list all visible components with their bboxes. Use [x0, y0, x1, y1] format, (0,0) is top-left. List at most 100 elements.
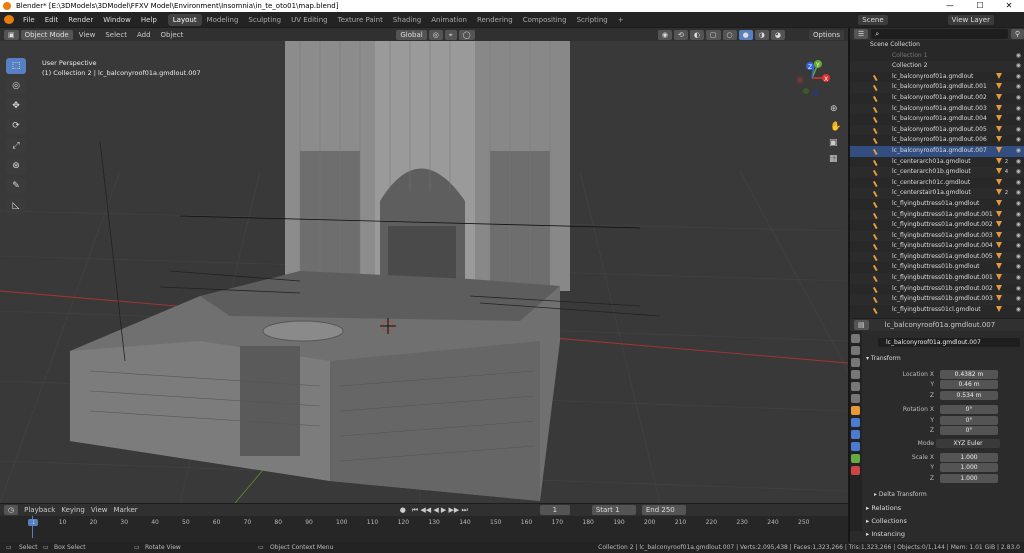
record-icon[interactable]: ● — [400, 506, 406, 514]
scene-collection-row[interactable]: Scene Collection — [850, 40, 1024, 51]
outliner-object-row[interactable]: lc_balconyroof01a.gmdlout.001 ◉ — [850, 82, 1024, 93]
output-tab-icon[interactable] — [851, 358, 860, 367]
outliner-object-row[interactable]: lc_balconyroof01a.gmdlout.006 ◉ — [850, 135, 1024, 146]
filter-icon[interactable]: ⚲ — [1010, 29, 1024, 39]
object-tab-icon[interactable] — [851, 406, 860, 415]
transform-orientation-selector[interactable]: Global — [396, 29, 427, 40]
tab-layout[interactable]: Layout — [167, 13, 202, 26]
eye-icon[interactable]: ◉ — [1016, 231, 1021, 242]
eye-icon[interactable]: ◉ — [1016, 72, 1021, 83]
blender-menu-icon[interactable] — [4, 15, 14, 24]
mesh-data-icon[interactable] — [996, 305, 1002, 312]
mesh-data-icon[interactable] — [996, 178, 1002, 185]
eye-icon[interactable]: ◉ — [1016, 125, 1021, 136]
add-menu[interactable]: Add — [133, 31, 155, 39]
scene-tab-icon[interactable] — [851, 382, 860, 391]
outliner-object-row[interactable]: lc_centerarch01a.gmdlout 2 ◉ — [850, 157, 1024, 168]
outliner-object-row[interactable]: lc_flyingbuttress01a.gmdlout.005 ◉ — [850, 251, 1024, 263]
outliner-object-row[interactable]: lc_centerstair01a.gmdlout 2 ◉ — [850, 188, 1024, 199]
location-x-field[interactable]: 0.4382 m — [940, 370, 998, 379]
area-divider[interactable] — [848, 28, 850, 542]
transform-panel-header[interactable]: ▾ Transform — [866, 355, 901, 362]
material-tab-icon[interactable] — [851, 466, 860, 475]
outliner-search-input[interactable]: ⌕ — [871, 29, 1008, 39]
eye-icon[interactable]: ◉ — [1016, 114, 1021, 125]
properties-editor-icon[interactable]: ▤ — [854, 320, 869, 330]
mesh-data-icon[interactable] — [996, 72, 1002, 79]
tool-tab-icon[interactable] — [851, 334, 860, 343]
mesh-data-icon[interactable] — [996, 136, 1002, 143]
eye-icon[interactable]: ◉ — [1016, 157, 1021, 168]
modifier-tab-icon[interactable] — [851, 418, 860, 427]
mesh-data-icon[interactable] — [996, 210, 1002, 217]
shading-wireframe-icon[interactable]: ○ — [722, 29, 737, 40]
outliner-object-row[interactable]: lc_centerarch01c.gmdlout ◉ — [850, 178, 1024, 189]
tab-compositing[interactable]: Compositing — [518, 14, 572, 26]
mesh-data-icon[interactable] — [996, 125, 1002, 132]
location-z-field[interactable]: 0.534 m — [940, 391, 998, 400]
outliner-object-row[interactable]: lc_balconyroof01a.gmdlout.004 ◉ — [850, 114, 1024, 125]
mesh-data-icon[interactable] — [996, 284, 1002, 291]
mesh-data-icon[interactable] — [996, 263, 1002, 270]
annotate-tool-icon[interactable]: ✎ — [6, 178, 26, 194]
outliner-object-row[interactable]: lc_flyingbuttress01a.gmdlout.002 ◉ — [850, 220, 1024, 231]
tab-shading[interactable]: Shading — [388, 14, 426, 26]
scene-selector[interactable]: Scene — [858, 14, 888, 25]
eye-icon[interactable]: ◉ — [1016, 273, 1021, 284]
outliner-object-row[interactable]: lc_flyingbuttress01b.gmdlout.003 ◉ — [850, 294, 1024, 305]
mesh-data-icon[interactable] — [996, 199, 1002, 206]
playhead[interactable] — [32, 516, 33, 538]
relations-panel[interactable]: ▸ Relations — [866, 504, 901, 512]
eye-icon[interactable]: ◉ — [1016, 104, 1021, 115]
rotation-z-field[interactable]: 0° — [940, 426, 998, 435]
collection2-row[interactable]: Collection 2 ◉ — [850, 61, 1024, 72]
transform-tool-icon[interactable]: ⊛ — [6, 158, 26, 174]
shading-material-icon[interactable]: ◑ — [754, 29, 769, 40]
outliner-object-row[interactable]: lc_flyingbuttress01a.gmdlout.003 ◉ — [850, 230, 1024, 242]
tab-animation[interactable]: Animation — [426, 14, 472, 26]
outliner-object-row[interactable]: lc_balconyroof01a.gmdlout.005 ◉ — [850, 124, 1024, 136]
object-name-field[interactable]: lc_balconyroof01a.gmdlout.007 — [878, 338, 1020, 347]
eye-icon[interactable]: ◉ — [1016, 61, 1021, 72]
scale-x-field[interactable]: 1.000 — [940, 453, 998, 462]
current-frame-field[interactable]: 1 — [539, 505, 570, 515]
scale-tool-icon[interactable]: ⤢ — [6, 138, 26, 154]
keying-menu[interactable]: Keying — [61, 506, 85, 514]
measure-tool-icon[interactable]: ◺ — [6, 198, 26, 214]
shading-rendered-icon[interactable]: ◕ — [770, 29, 785, 40]
menu-file[interactable]: File — [18, 16, 40, 24]
gizmo-toggle-icon[interactable]: ⟲ — [673, 29, 688, 40]
shading-solid-icon[interactable]: ● — [738, 29, 753, 40]
scale-z-field[interactable]: 1.000 — [940, 474, 998, 483]
mode-selector[interactable]: Object Mode — [20, 29, 73, 40]
outliner-object-row[interactable]: lc_centerarch01b.gmdlout 4 ◉ — [850, 167, 1024, 178]
tab-texture-paint[interactable]: Texture Paint — [333, 14, 388, 26]
eye-icon[interactable]: ◉ — [1016, 210, 1021, 221]
navigation-gizmo[interactable]: X Y Z — [797, 60, 830, 96]
mesh-data-icon[interactable] — [996, 295, 1002, 302]
outliner-object-row[interactable]: lc_flyingbuttress01cl.gmdlout ◉ — [850, 305, 1024, 316]
delta-transform-panel[interactable]: ▸ Delta Transform — [874, 491, 927, 498]
marker-menu[interactable]: Marker — [113, 506, 137, 514]
mesh-data-icon[interactable] — [996, 93, 1002, 100]
eye-icon[interactable]: ◉ — [1016, 305, 1021, 316]
tab-scripting[interactable]: Scripting — [572, 14, 613, 26]
menu-edit[interactable]: Edit — [40, 16, 64, 24]
mesh-data-icon[interactable] — [996, 168, 1002, 175]
close-button[interactable]: ✕ — [994, 0, 1024, 12]
playback-controls[interactable]: ⏮ ◀◀ ◀ ▶ ▶▶ ⏭ — [412, 506, 468, 515]
pivot-icon[interactable]: ◎ — [428, 29, 443, 40]
location-y-field[interactable]: 0.46 m — [940, 380, 998, 389]
options-button[interactable]: Options — [808, 29, 844, 40]
eye-icon[interactable]: ◉ — [1016, 146, 1021, 157]
eye-icon[interactable]: ◉ — [1016, 82, 1021, 93]
add-workspace-button[interactable]: + — [613, 14, 629, 26]
select-menu[interactable]: Select — [101, 31, 131, 39]
menu-render[interactable]: Render — [63, 16, 98, 24]
collection1-row[interactable]: Collection 1 ◉ — [850, 51, 1024, 62]
eye-icon[interactable]: ◉ — [1016, 167, 1021, 178]
mesh-data-icon[interactable] — [996, 231, 1002, 238]
maximize-button[interactable]: ☐ — [965, 0, 995, 12]
eye-icon[interactable]: ◉ — [1016, 252, 1021, 263]
menu-window[interactable]: Window — [98, 16, 136, 24]
